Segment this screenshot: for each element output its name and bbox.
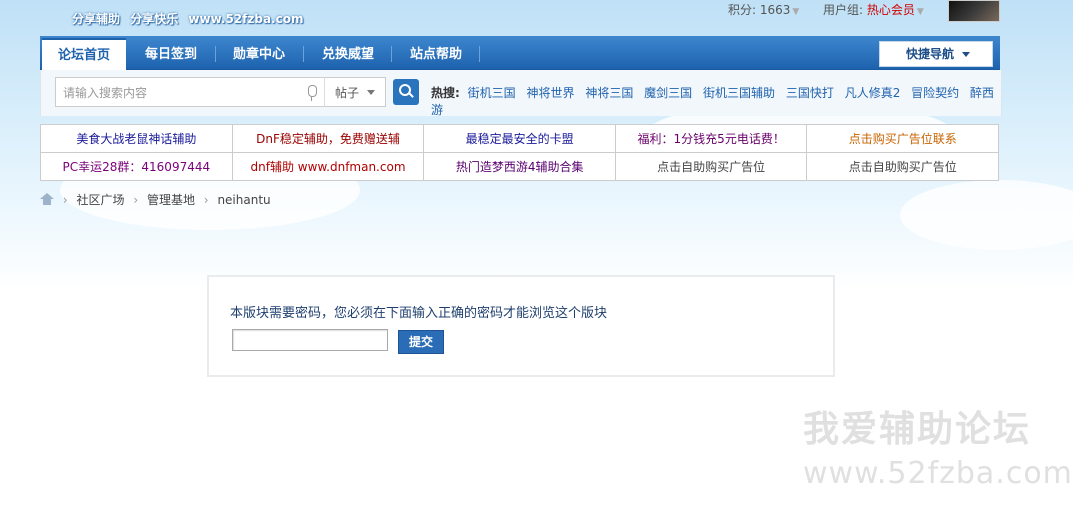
hot-search-link[interactable]: 街机三国辅助 xyxy=(703,86,775,100)
search-bar: 请输入搜索内容 帖子 热搜: 街机三国 神将世界 神将三国 魔剑三国 街机三国辅… xyxy=(40,70,1002,118)
nav-divider xyxy=(303,46,304,62)
avatar[interactable] xyxy=(948,0,1000,22)
chevron-down-icon xyxy=(367,90,375,95)
ad-link[interactable]: 福利：1分钱充5元电话费！ xyxy=(614,124,808,153)
breadcrumb-current: neihantu xyxy=(217,193,271,207)
logo-tagline-2: 分享快乐 xyxy=(130,12,179,26)
microphone-icon[interactable] xyxy=(308,85,317,101)
ad-row: PC幸运28群：416097444 dnf辅助 www.dnfman.com 热… xyxy=(40,152,999,181)
tab-medal-center[interactable]: 勋章中心 xyxy=(218,40,300,69)
ad-row: 美食大战老鼠神话辅助 DnF稳定辅助，免费赠送辅 最稳定最安全的卡盟 福利：1分… xyxy=(40,124,999,153)
search-input[interactable]: 请输入搜索内容 xyxy=(55,77,325,107)
password-prompt-message: 本版块需要密码，您必须在下面输入正确的密码才能浏览这个版块 xyxy=(230,306,608,321)
ad-link[interactable]: DnF稳定辅助，免费赠送辅 xyxy=(231,124,425,153)
watermark-url: www.52fzba.com xyxy=(803,456,1073,491)
tab-daily-checkin[interactable]: 每日签到 xyxy=(130,40,212,69)
user-group-label: 用户组: xyxy=(822,3,864,17)
points-link[interactable]: 积分: 1663 xyxy=(728,3,790,17)
hot-search-link[interactable]: 三国快打 xyxy=(786,86,834,100)
nav-divider xyxy=(391,46,392,62)
search-type-value: 帖子 xyxy=(335,86,360,100)
ad-link[interactable]: PC幸运28群：416097444 xyxy=(40,152,233,181)
ad-link[interactable]: 点击自助购买广告位 xyxy=(614,152,808,181)
nav-divider xyxy=(479,46,480,62)
password-field[interactable] xyxy=(232,329,388,351)
hot-search-label: 热搜: xyxy=(431,86,460,100)
hot-search-link[interactable]: 神将世界 xyxy=(526,86,574,100)
ad-link[interactable]: 点击购买广告位联系 xyxy=(806,124,999,153)
breadcrumb-link[interactable]: 社区广场 xyxy=(76,193,124,207)
hot-search-link[interactable]: 神将三国 xyxy=(585,86,633,100)
tab-site-help[interactable]: 站点帮助 xyxy=(394,40,478,69)
user-group-value[interactable]: 热心会员 xyxy=(867,3,915,17)
tab-exchange-prestige[interactable]: 兑换威望 xyxy=(306,40,390,69)
chevron-down-icon xyxy=(962,52,970,57)
search-placeholder: 请输入搜索内容 xyxy=(63,86,148,100)
breadcrumb-separator: › xyxy=(133,193,139,207)
tab-forum-home[interactable]: 论坛首页 xyxy=(42,38,126,71)
breadcrumb-link[interactable]: 管理基地 xyxy=(147,193,195,207)
ad-links-table: 美食大战老鼠神话辅助 DnF稳定辅助，免费赠送辅 最稳定最安全的卡盟 福利：1分… xyxy=(40,124,999,181)
nav-divider xyxy=(215,46,216,62)
site-logo-tagline[interactable]: 分享辅助 分享快乐 www.52fzba.com xyxy=(72,10,309,27)
submit-button[interactable]: 提交 xyxy=(398,330,444,354)
chevron-down-icon[interactable]: ▼ xyxy=(917,7,924,17)
logo-tagline-1: 分享辅助 xyxy=(72,12,121,26)
user-info-bar: 积分: 1663 ▼ 用户组: 热心会员 ▼ xyxy=(728,1,924,18)
watermark-title: 我爱辅助论坛 xyxy=(803,409,1032,450)
cloud-decoration xyxy=(900,180,1073,250)
breadcrumb: › 社区广场 › 管理基地 › neihantu xyxy=(40,191,271,208)
breadcrumb-separator: › xyxy=(62,193,68,207)
chevron-down-icon[interactable]: ▼ xyxy=(792,7,799,17)
search-button[interactable] xyxy=(393,79,419,105)
ad-link[interactable]: 热门造梦西游4辅助合集 xyxy=(423,152,616,181)
password-prompt-panel: 本版块需要密码，您必须在下面输入正确的密码才能浏览这个版块 提交 xyxy=(207,275,835,377)
hot-search-link[interactable]: 凡人修真2 xyxy=(845,86,901,100)
ad-link[interactable]: 点击自助购买广告位 xyxy=(806,152,999,181)
ad-link[interactable]: 美食大战老鼠神话辅助 xyxy=(40,124,233,153)
logo-tagline-url: www.52fzba.com xyxy=(188,12,304,26)
hot-search-list: 热搜: 街机三国 神将世界 神将三国 魔剑三国 街机三国辅助 三国快打 凡人修真… xyxy=(431,84,1001,118)
ad-link[interactable]: 最稳定最安全的卡盟 xyxy=(423,124,616,153)
hot-search-link[interactable]: 街机三国 xyxy=(468,86,516,100)
search-type-select[interactable]: 帖子 xyxy=(324,77,386,107)
main-nav: 论坛首页 每日签到 勋章中心 兑换威望 站点帮助 快捷导航 xyxy=(40,36,1000,71)
hot-search-link[interactable]: 魔剑三国 xyxy=(644,86,692,100)
ad-link[interactable]: dnf辅助 www.dnfman.com xyxy=(231,152,425,181)
quick-nav-button[interactable]: 快捷导航 xyxy=(879,41,993,67)
home-icon[interactable] xyxy=(40,193,54,205)
quick-nav-label: 快捷导航 xyxy=(906,47,955,61)
hot-search-link[interactable]: 冒险契约 xyxy=(911,86,959,100)
breadcrumb-separator: › xyxy=(203,193,209,207)
